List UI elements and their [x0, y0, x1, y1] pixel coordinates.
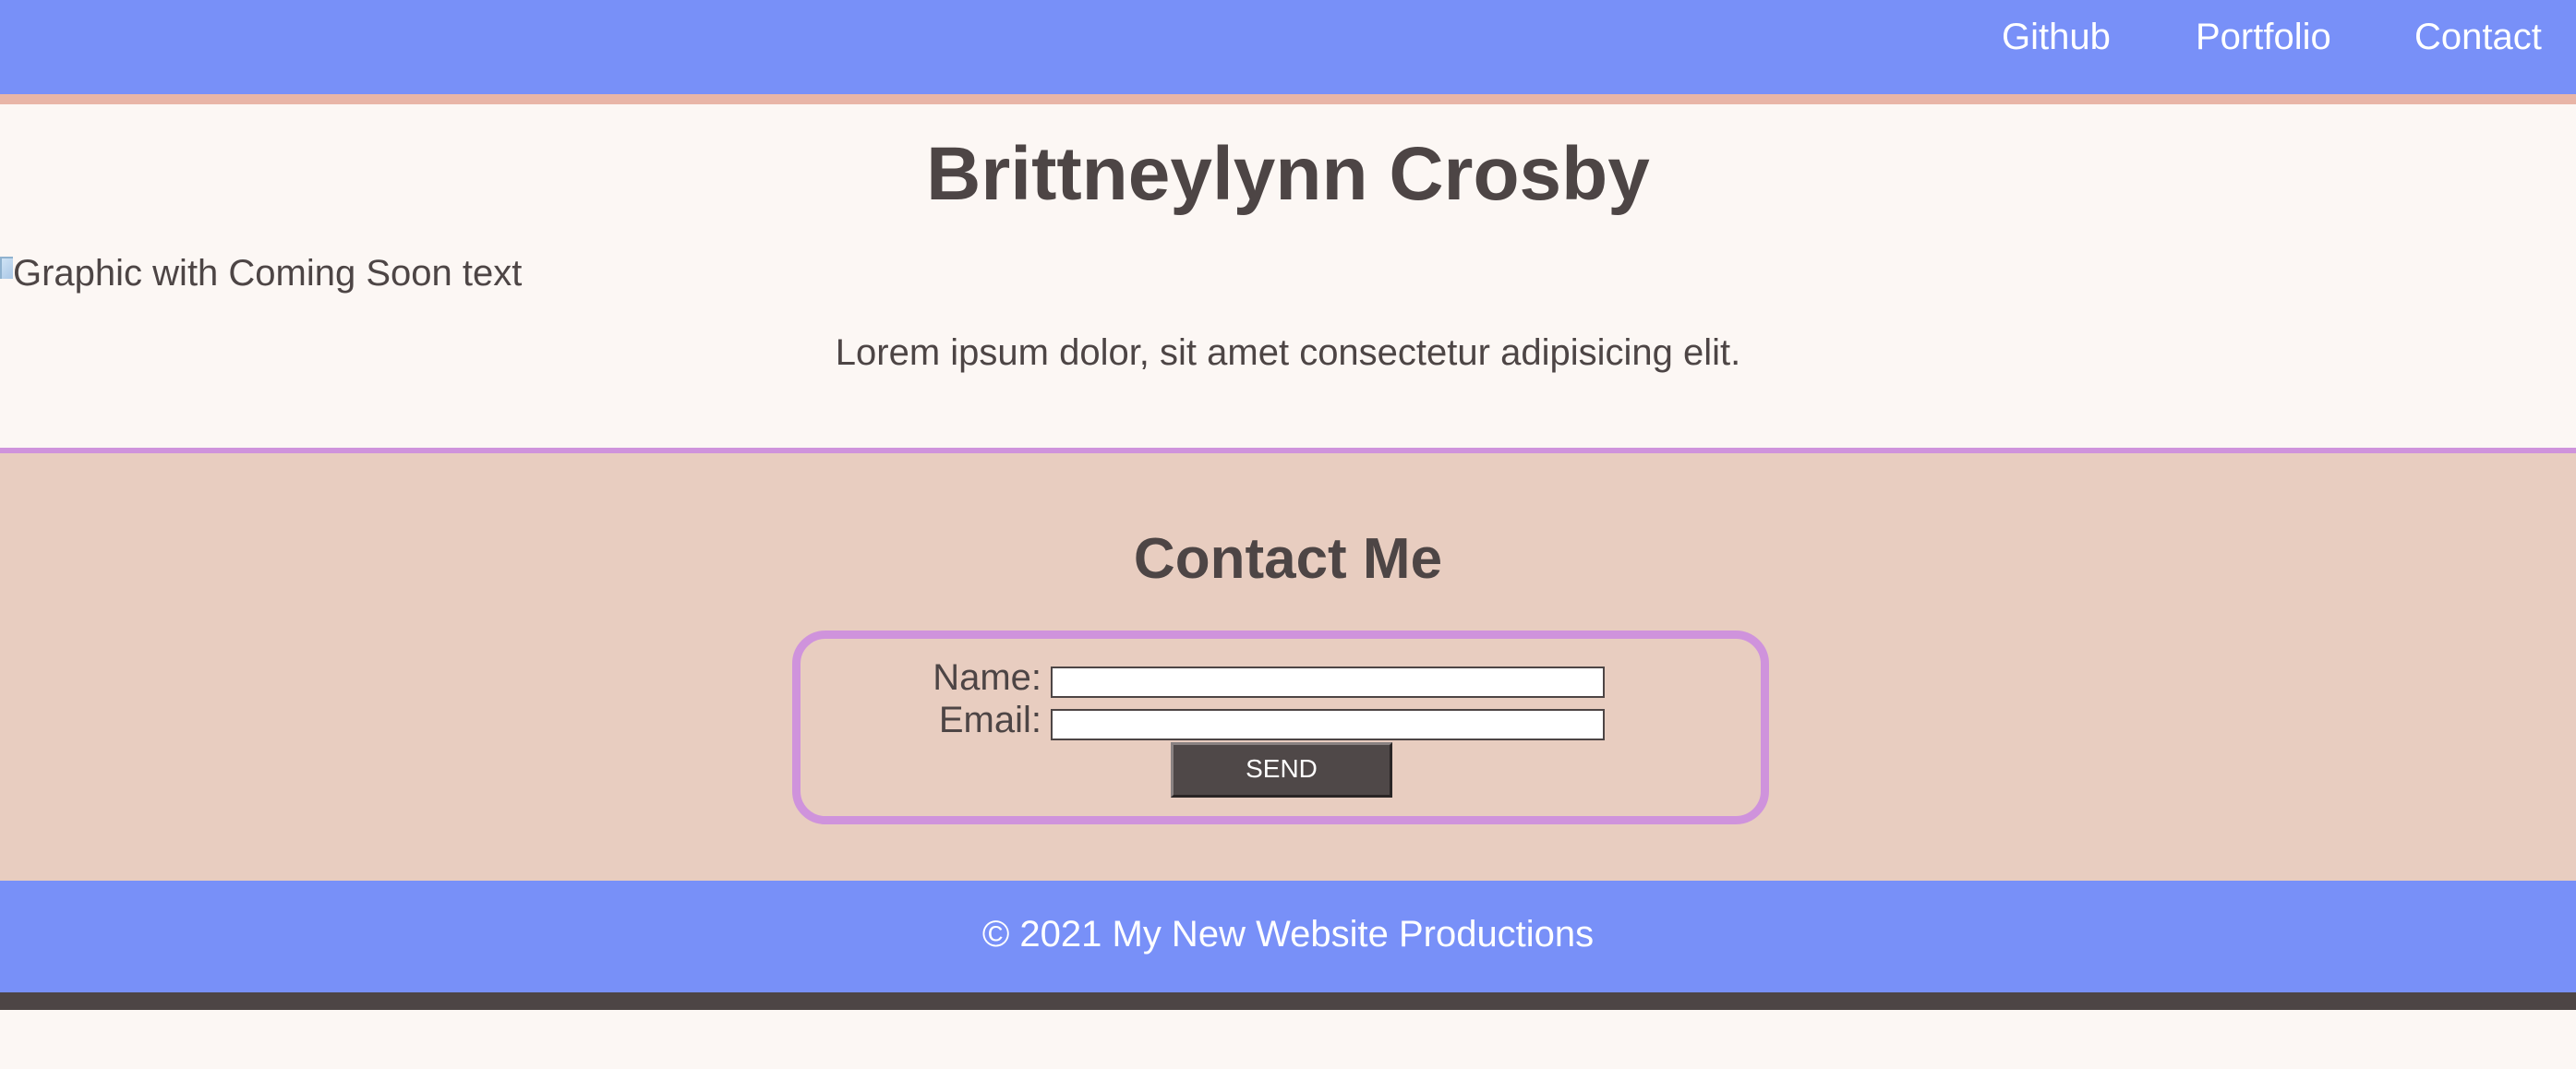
name-input[interactable] — [1051, 667, 1605, 698]
email-label: Email: — [938, 700, 1041, 740]
send-button[interactable]: SEND — [1171, 742, 1392, 798]
nav-link-contact[interactable]: Contact — [2414, 13, 2542, 61]
broken-image-icon — [0, 257, 13, 279]
email-input[interactable] — [1051, 709, 1605, 740]
coming-soon-image: Graphic with Coming Soon text — [0, 251, 522, 295]
name-label: Name: — [933, 657, 1041, 698]
footer-copyright: © 2021 My New Website Productions — [981, 914, 1595, 955]
footer-bottom-border — [0, 992, 2576, 1010]
top-navigation-bar — [0, 0, 2576, 94]
image-alt-text: Graphic with Coming Soon text — [13, 252, 523, 294]
nav-bottom-border — [0, 94, 2576, 104]
contact-title: Contact Me — [1133, 527, 1443, 591]
intro-paragraph: Lorem ipsum dolor, sit amet consectetur … — [835, 332, 1741, 373]
nav-link-portfolio[interactable]: Portfolio — [2196, 13, 2331, 61]
nav-link-github[interactable]: Github — [2002, 13, 2111, 61]
page-title: Brittneylynn Crosby — [926, 132, 1650, 216]
